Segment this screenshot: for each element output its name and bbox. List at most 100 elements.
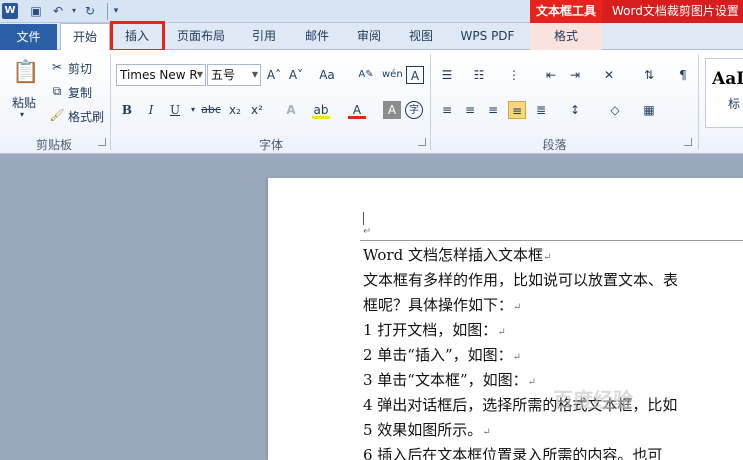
redo-icon[interactable]: ↻ xyxy=(82,3,98,19)
shading-icon[interactable]: ◇ xyxy=(606,101,624,119)
doc-line: 文本框有多样的作用，比如说可以放置文本、表 xyxy=(363,269,678,290)
tab-home[interactable]: 开始 xyxy=(60,23,110,51)
doc-line: 6 插入后在文本框位置录入所需的内容。也可 xyxy=(363,444,662,460)
doc-line: 5 效果如图所示。↵ xyxy=(363,419,491,440)
superscript-icon[interactable]: x² xyxy=(248,101,266,119)
change-case-icon[interactable]: Aa xyxy=(316,66,338,84)
doc-text: 1 打开文档，如图： xyxy=(363,321,498,339)
font-color-icon[interactable]: A xyxy=(348,101,366,119)
copy-icon[interactable]: ⧉ xyxy=(48,82,66,100)
align-center-icon[interactable]: ≡ xyxy=(461,101,479,119)
word-app-icon[interactable]: W xyxy=(2,3,18,19)
styles-gallery[interactable]: AaI 标 xyxy=(705,58,743,128)
paste-dropdown-icon[interactable]: ▾ xyxy=(20,110,24,119)
doc-line: 3 单击“文本框”，如图：↵ xyxy=(363,369,536,390)
line-spacing-icon[interactable]: ↕ xyxy=(566,101,584,119)
font-name-value: Times New R xyxy=(120,68,198,82)
numbering-icon[interactable]: ☷ xyxy=(470,66,488,84)
paste-icon[interactable]: 📋 xyxy=(12,58,39,88)
phonetic-guide-icon[interactable]: wén xyxy=(382,66,403,84)
tab-format[interactable]: 格式 xyxy=(530,23,602,50)
align-left-icon[interactable]: ≡ xyxy=(438,101,456,119)
subscript-icon[interactable]: x₂ xyxy=(226,101,244,119)
distributed-icon[interactable]: ≣ xyxy=(532,101,550,119)
tab-file[interactable]: 文件 xyxy=(0,24,57,50)
text-effects-icon[interactable]: A xyxy=(282,101,300,119)
textbox-tools-context-label: 文本框工具 xyxy=(530,0,602,23)
style-preview: AaI xyxy=(712,69,743,89)
font-launcher-icon[interactable] xyxy=(418,138,426,146)
enclose-characters-icon[interactable]: 字 xyxy=(405,101,423,119)
doc-text: 2 单击“插入”，如图： xyxy=(363,346,513,364)
justify-icon[interactable]: ≡ xyxy=(508,101,526,119)
underline-icon[interactable]: U xyxy=(166,101,184,119)
paragraph-mark: ↵ xyxy=(527,377,537,388)
style-name: 标 xyxy=(728,97,741,111)
sort-icon[interactable]: ⇅ xyxy=(640,66,658,84)
increase-indent-icon[interactable]: ⇥ xyxy=(566,66,584,84)
decrease-indent-icon[interactable]: ⇤ xyxy=(542,66,560,84)
text-cursor xyxy=(363,212,364,225)
clear-formatting-icon[interactable]: A✎ xyxy=(357,66,375,84)
group-divider xyxy=(430,54,431,150)
show-hide-marks-icon[interactable]: ¶ xyxy=(674,66,692,84)
paste-button-label[interactable]: 粘贴 xyxy=(12,94,36,111)
title-bar: W ▣ ↶ ▾ ↻ ▾ 文本框工具 Word文档裁剪图片设置 xyxy=(0,0,743,23)
header-rule xyxy=(360,240,743,241)
doc-text: 框呢？具体操作如下： xyxy=(363,296,514,314)
customize-quick-access-icon[interactable]: ▾ xyxy=(108,3,124,19)
chevron-down-icon: ▼ xyxy=(196,70,203,79)
format-painter-icon[interactable]: 🖌 xyxy=(48,106,66,124)
cut-button[interactable]: 剪切 xyxy=(68,60,92,77)
tab-mailings[interactable]: 邮件 xyxy=(292,23,342,50)
chevron-down-icon: ▼ xyxy=(251,70,258,79)
paragraph-mark: ↵ xyxy=(482,427,491,438)
paragraph-mark: ↵ xyxy=(542,252,552,263)
tab-view[interactable]: 视图 xyxy=(396,23,446,50)
document-page[interactable]: ↵ Word 文档怎样插入文本框↵ 文本框有多样的作用，比如说可以放置文本、表 … xyxy=(268,178,743,460)
doc-line-title: Word 文档怎样插入文本框↵ xyxy=(363,244,551,265)
doc-line: 1 打开文档，如图：↵ xyxy=(363,319,506,340)
group-divider xyxy=(698,54,699,150)
bold-icon[interactable]: B xyxy=(118,101,136,119)
group-divider xyxy=(110,54,111,150)
bullets-icon[interactable]: ☰ xyxy=(438,66,456,84)
watermark: 百度经验 xyxy=(553,388,633,412)
paragraph-mark: ↵ xyxy=(512,352,522,363)
font-size-combo[interactable]: 五号 ▼ xyxy=(207,64,261,86)
tab-review[interactable]: 审阅 xyxy=(345,23,393,50)
document-title: Word文档裁剪图片设置 xyxy=(602,0,743,23)
tab-references[interactable]: 引用 xyxy=(240,23,288,50)
grow-font-icon[interactable]: A˄ xyxy=(265,66,283,84)
cut-icon[interactable]: ✂ xyxy=(48,58,66,76)
multilevel-list-icon[interactable]: ⋮ xyxy=(505,66,523,84)
paragraph-mark: ↵ xyxy=(497,327,506,338)
italic-icon[interactable]: I xyxy=(142,101,160,119)
chinese-layout-icon[interactable]: ✕ xyxy=(600,66,618,84)
strikethrough-icon[interactable]: abc xyxy=(200,101,222,119)
clipboard-launcher-icon[interactable] xyxy=(98,138,106,146)
align-right-icon[interactable]: ≡ xyxy=(484,101,502,119)
doc-text: 6 插入后在文本框位置录入所需的内容。也可 xyxy=(363,446,663,460)
ribbon-home: 📋 粘贴 ▾ ✂ 剪切 ⧉ 复制 🖌 格式刷 剪贴板 Times New R ▼ … xyxy=(0,50,743,154)
undo-dropdown-icon[interactable]: ▾ xyxy=(66,3,82,19)
doc-text: 3 单击“文本框”，如图： xyxy=(363,371,528,389)
tab-wps-pdf[interactable]: WPS PDF xyxy=(450,23,525,50)
borders-icon[interactable]: ▦ xyxy=(640,101,658,119)
doc-line: 2 单击“插入”，如图：↵ xyxy=(363,344,521,365)
save-icon[interactable]: ▣ xyxy=(28,3,44,19)
undo-icon[interactable]: ↶ xyxy=(50,3,66,19)
tab-page-layout[interactable]: 页面布局 xyxy=(166,23,236,50)
character-shading-icon[interactable]: A xyxy=(383,101,401,119)
paragraph-launcher-icon[interactable] xyxy=(684,138,692,146)
doc-text: 5 效果如图所示。 xyxy=(363,421,483,439)
format-painter-button[interactable]: 格式刷 xyxy=(68,108,104,125)
insert-tab-highlight xyxy=(110,21,165,52)
shrink-font-icon[interactable]: A˅ xyxy=(287,66,305,84)
paragraph-mark: ↵ xyxy=(363,226,372,237)
font-name-combo[interactable]: Times New R ▼ xyxy=(116,64,206,86)
copy-button[interactable]: 复制 xyxy=(68,84,92,101)
highlight-color-icon[interactable]: ab xyxy=(312,101,330,119)
clipboard-group-label: 剪贴板 xyxy=(35,138,72,152)
character-border-icon[interactable]: A xyxy=(406,66,424,84)
